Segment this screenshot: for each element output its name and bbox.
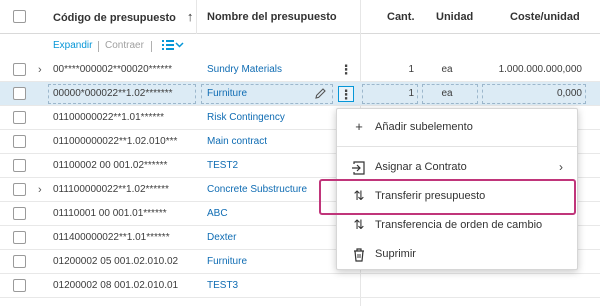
- plus-icon: +: [355, 119, 363, 134]
- menu-item-change-order-transfer[interactable]: ⇅ Transferencia de orden de cambio: [337, 211, 577, 239]
- unit-cell[interactable]: ea: [422, 58, 472, 82]
- expand-link[interactable]: Expandir: [53, 34, 92, 58]
- menu-item-delete[interactable]: Suprimir: [337, 240, 577, 268]
- row-checkbox[interactable]: [13, 111, 26, 124]
- toolbar-divider: [151, 41, 152, 52]
- row-checkbox[interactable]: [13, 255, 26, 268]
- row-checkbox[interactable]: [13, 63, 26, 76]
- header-divider: [196, 0, 197, 34]
- menu-item-assign-contract[interactable]: Asignar a Contrato ›: [337, 153, 577, 181]
- menu-item-label: Suprimir: [375, 248, 416, 260]
- menu-item-add-child[interactable]: + Añadir subelemento: [337, 113, 577, 141]
- menu-divider: [337, 146, 577, 147]
- budget-name-link[interactable]: Concrete Substructure: [207, 178, 307, 202]
- column-header-qty[interactable]: Cant.: [387, 0, 415, 34]
- budget-name-link[interactable]: Furniture: [207, 250, 247, 274]
- row-checkbox[interactable]: [13, 183, 26, 196]
- budget-code: 01100002 00 001.02******: [53, 160, 168, 171]
- budget-code: 00000*000022**1.02*******: [53, 88, 173, 99]
- column-header-code[interactable]: Código de presupuesto ↑: [53, 0, 193, 34]
- budget-code: 00****000002**00020******: [53, 64, 172, 75]
- row-checkbox[interactable]: [13, 231, 26, 244]
- budget-code: 011100000022**1.02******: [53, 184, 169, 195]
- chevron-right-icon[interactable]: ›: [38, 178, 42, 202]
- table-row-selected[interactable]: 00000*000022**1.02******* Furniture ⋮ 1 …: [0, 82, 600, 106]
- chevron-right-icon: ›: [559, 160, 563, 174]
- transfer-icon: ⇅: [353, 217, 365, 232]
- budget-code: 01110001 00 001.01******: [53, 208, 167, 219]
- chevron-right-icon[interactable]: ›: [38, 58, 42, 82]
- budget-name-link[interactable]: Dexter: [207, 226, 236, 250]
- row-checkbox[interactable]: [13, 87, 26, 100]
- collapse-link[interactable]: Contraer: [105, 34, 144, 58]
- pencil-icon[interactable]: [314, 87, 327, 103]
- row-menu-icon[interactable]: ⋮: [338, 86, 354, 102]
- assign-icon: [351, 153, 367, 181]
- budget-name-link[interactable]: TEST2: [207, 154, 238, 178]
- menu-item-label: Añadir subelemento: [375, 121, 473, 133]
- arrow-up-icon[interactable]: ↑: [187, 9, 194, 24]
- budget-code: 01200002 08 001.02.010.01: [53, 280, 179, 291]
- budget-code: 011400000022**1.01******: [53, 232, 170, 243]
- budget-code: 01100000022**1.01******: [53, 112, 165, 123]
- column-header-name[interactable]: Nombre del presupuesto: [207, 0, 337, 34]
- row-checkbox[interactable]: [13, 279, 26, 292]
- trash-icon: [351, 240, 367, 268]
- menu-item-label: Asignar a Contrato: [375, 161, 467, 173]
- budget-name-link[interactable]: Risk Contingency: [207, 106, 285, 130]
- table-row[interactable]: 01200002 08 001.02.010.01 TEST3: [0, 274, 600, 298]
- tree-toolbar: Expandir Contraer: [0, 34, 360, 58]
- budget-code: 01200002 05 001.02.010.02: [53, 256, 179, 267]
- column-header-cost[interactable]: Coste/unidad: [510, 0, 580, 34]
- budget-name-link[interactable]: ABC: [207, 202, 228, 226]
- unit-cell[interactable]: ea: [422, 82, 472, 106]
- unit-cost-cell[interactable]: 1.000.000.000,000: [480, 58, 582, 82]
- row-menu-icon[interactable]: ⋮: [338, 62, 354, 78]
- row-checkbox[interactable]: [13, 135, 26, 148]
- highlight-annotation: [319, 179, 576, 215]
- budget-name-link[interactable]: TEST3: [207, 274, 238, 298]
- toolbar-divider: [98, 41, 99, 52]
- header-divider: [360, 0, 361, 34]
- column-header-code-label: Código de presupuesto: [53, 12, 176, 24]
- budget-name-link[interactable]: Sundry Materials: [207, 58, 282, 82]
- unit-cost-cell[interactable]: 0,000: [480, 82, 582, 106]
- column-header-unit[interactable]: Unidad: [436, 0, 473, 34]
- quantity-cell[interactable]: 1: [362, 82, 414, 106]
- table-header: Código de presupuesto ↑ Nombre del presu…: [0, 0, 600, 34]
- menu-item-label: Transferencia de orden de cambio: [375, 219, 543, 231]
- list-options-icon[interactable]: [162, 34, 184, 58]
- budget-name-link[interactable]: Main contract: [207, 130, 267, 154]
- row-checkbox[interactable]: [13, 207, 26, 220]
- table-row[interactable]: › 00****000002**00020****** Sundry Mater…: [0, 58, 600, 82]
- quantity-cell[interactable]: 1: [362, 58, 414, 82]
- row-checkbox[interactable]: [13, 159, 26, 172]
- select-all-checkbox[interactable]: [13, 10, 26, 23]
- budget-name-link[interactable]: Furniture: [207, 82, 247, 106]
- budget-code: 011000000022**1.02.010***: [53, 136, 178, 147]
